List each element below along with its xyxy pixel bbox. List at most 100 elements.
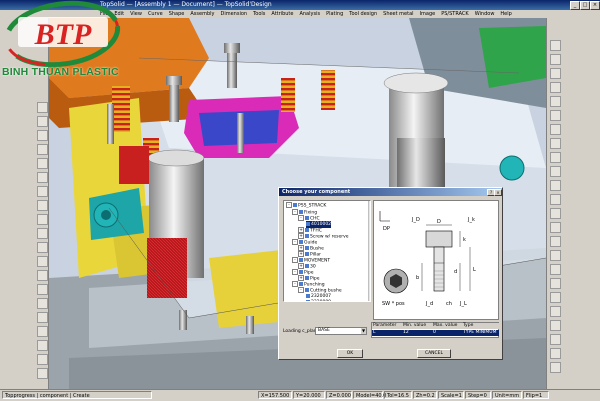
status-tol: Tol=16.5 <box>384 391 412 399</box>
tool-icon[interactable] <box>37 214 48 225</box>
tool-icon[interactable] <box>550 110 561 121</box>
company-name: BINH THUAN PLASTIC <box>2 66 119 78</box>
tool-icon[interactable] <box>37 228 48 239</box>
tool-icon[interactable] <box>550 194 561 205</box>
d-small-label: d <box>454 269 457 275</box>
tool-icon[interactable] <box>550 306 561 317</box>
choose-component-dialog: Choose your component ? × - PSS_STRACK -F… <box>278 187 503 360</box>
status-z: Z=0.000 <box>326 391 352 399</box>
tool-icon[interactable] <box>37 298 48 309</box>
tool-icon[interactable] <box>550 236 561 247</box>
tool-icon[interactable] <box>550 152 561 163</box>
minimize-button[interactable]: _ <box>570 1 580 10</box>
btp-letters: BTP <box>34 18 92 51</box>
maximize-button[interactable]: □ <box>580 1 590 10</box>
tool-icon[interactable] <box>37 102 48 113</box>
folder-icon <box>305 234 309 238</box>
param-cell[interactable]: 12 <box>402 330 433 336</box>
tool-icon[interactable] <box>550 362 561 373</box>
status-scale: Scale=1 <box>438 391 464 399</box>
tool-icon[interactable] <box>550 208 561 219</box>
menu-assembly[interactable]: Assembly <box>187 11 217 17</box>
part-icon <box>306 221 310 226</box>
tool-icon[interactable] <box>550 40 561 51</box>
collapse-icon[interactable]: - <box>298 287 304 293</box>
tool-icon[interactable] <box>37 116 48 127</box>
menu-attribute[interactable]: Attribute <box>268 11 296 17</box>
folder-icon <box>299 210 303 214</box>
tool-icon[interactable] <box>550 138 561 149</box>
menu-dimension[interactable]: Dimension <box>217 11 250 17</box>
tool-icon[interactable] <box>550 166 561 177</box>
tool-icon[interactable] <box>550 348 561 359</box>
tool-icon[interactable] <box>37 270 48 281</box>
tool-icon[interactable] <box>37 158 48 169</box>
menu-tools[interactable]: Tools <box>250 11 268 17</box>
tool-icon[interactable] <box>550 96 561 107</box>
component-preview: DP D J_D J_k k L d b SW * pos J_d ch J_L <box>373 200 499 320</box>
component-tree[interactable]: - PSS_STRACK - Fixing - CHC 4010002 + TFHC +… <box>283 200 371 302</box>
tool-icon[interactable] <box>37 256 48 267</box>
tool-icon[interactable] <box>37 186 48 197</box>
folder-icon <box>299 258 303 262</box>
menu-analysis[interactable]: Analysis <box>296 11 323 17</box>
tool-icon[interactable] <box>550 180 561 191</box>
dialog-close-button[interactable]: × <box>494 189 502 196</box>
company-logo: BTP <box>0 0 140 92</box>
tool-icon[interactable] <box>550 68 561 79</box>
tool-icon[interactable] <box>37 326 48 337</box>
tree-node-root[interactable]: - PSS_STRACK <box>286 202 326 209</box>
k-label: k <box>463 237 466 243</box>
menu-image[interactable]: Image <box>417 11 439 17</box>
loading-plane-select[interactable]: BASE <box>315 327 367 335</box>
l-label: L <box>473 267 476 273</box>
status-model: Model=40.0 <box>353 391 386 399</box>
param-cell[interactable]: L <box>372 330 403 336</box>
tool-icon[interactable] <box>550 124 561 135</box>
menu-curve[interactable]: Curve <box>145 11 166 17</box>
tool-icon[interactable] <box>550 222 561 233</box>
tool-icon[interactable] <box>550 320 561 331</box>
tool-icon[interactable] <box>550 292 561 303</box>
menu-sheet-metal[interactable]: Sheet metal <box>380 11 416 17</box>
collapse-icon[interactable]: - <box>286 202 292 208</box>
dp-label: DP <box>383 226 390 232</box>
tool-icon[interactable] <box>37 144 48 155</box>
ok-button[interactable]: OK <box>337 349 363 358</box>
d-label: D <box>437 219 441 225</box>
folder-icon <box>293 203 297 207</box>
parameter-table[interactable]: Parameter Min. value Max. value Type L 1… <box>371 322 499 338</box>
tool-icon[interactable] <box>550 250 561 261</box>
menu-psstrack[interactable]: PS/STRACK <box>438 11 471 17</box>
tree-node[interactable]: 2320000 <box>306 299 331 301</box>
status-unit: Unit=mm <box>492 391 522 399</box>
param-cell[interactable]: TYPE MINIMUM <box>462 330 499 336</box>
param-header: Parameter <box>372 323 403 329</box>
tool-icon[interactable] <box>37 340 48 351</box>
tool-icon[interactable] <box>37 354 48 365</box>
tool-icon[interactable] <box>37 130 48 141</box>
tool-icon[interactable] <box>550 82 561 93</box>
param-cell[interactable]: 0 <box>432 330 463 336</box>
menu-window[interactable]: Window <box>472 11 498 17</box>
cancel-button[interactable]: CANCEL <box>417 349 451 358</box>
close-button[interactable]: × <box>590 1 600 10</box>
tool-icon[interactable] <box>550 278 561 289</box>
tool-icon[interactable] <box>37 312 48 323</box>
tool-icon[interactable] <box>37 242 48 253</box>
chevron-down-icon[interactable]: ▼ <box>361 328 366 334</box>
menu-shape[interactable]: Shape <box>166 11 188 17</box>
tool-icon[interactable] <box>550 334 561 345</box>
tool-icon[interactable] <box>37 200 48 211</box>
collapse-icon[interactable]: - <box>298 215 304 221</box>
tool-icon[interactable] <box>550 264 561 275</box>
menu-plating[interactable]: Plating <box>323 11 346 17</box>
tool-icon[interactable] <box>37 172 48 183</box>
tool-icon[interactable] <box>37 368 48 379</box>
tool-icon[interactable] <box>37 284 48 295</box>
tool-icon[interactable] <box>550 54 561 65</box>
menu-help[interactable]: Help <box>497 11 514 17</box>
menu-tool-design[interactable]: Tool design <box>346 11 380 17</box>
tree-scrollbar[interactable] <box>368 201 370 301</box>
status-bar: Topprogress | component | Create X=157.5… <box>0 389 600 401</box>
